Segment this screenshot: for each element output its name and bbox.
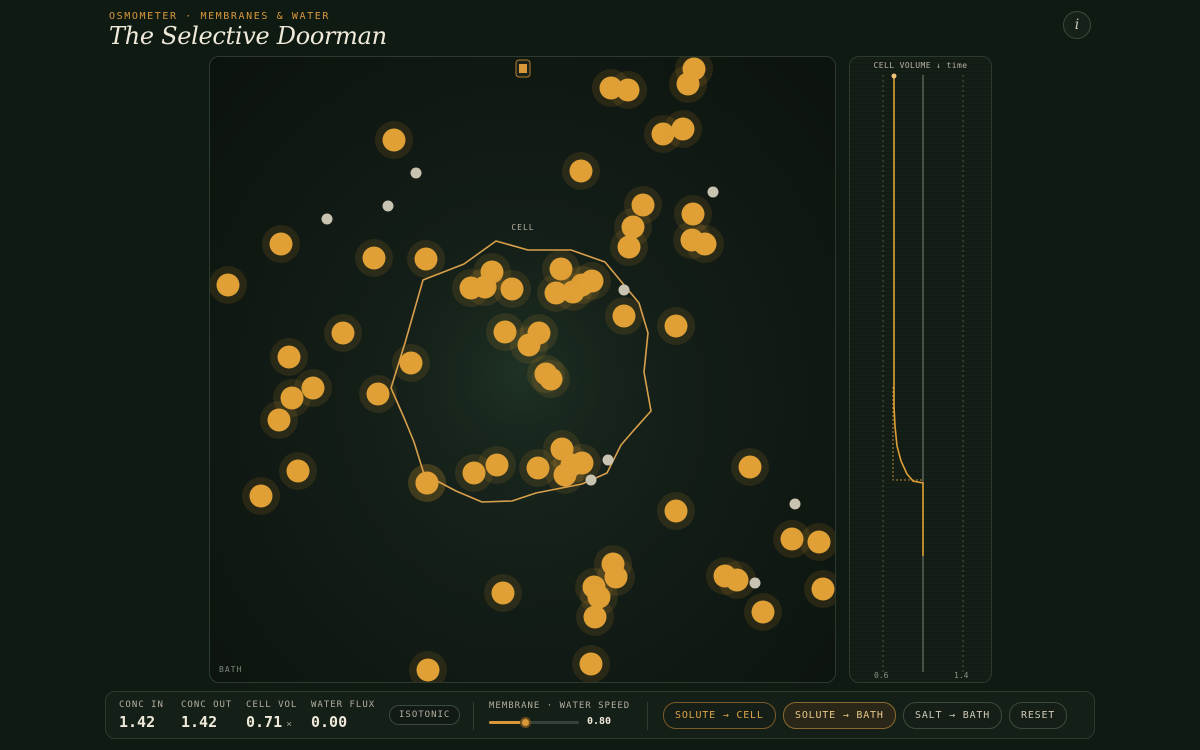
solute-particle <box>676 72 700 96</box>
solute-particle <box>811 577 835 601</box>
solute-particle <box>583 605 607 629</box>
x-tick-label: 1.4 <box>954 671 969 680</box>
solute-particle <box>331 321 355 345</box>
solute-particle <box>569 159 593 183</box>
solute-particle <box>807 530 831 554</box>
readout-conc-out: CONC OUT 1.42 <box>181 700 232 731</box>
solute-particle <box>671 117 695 141</box>
readout-value: 0.00 <box>311 713 348 731</box>
tonicity-badge: ISOTONIC <box>389 705 461 725</box>
app-kicker: OSMOMETER · MEMBRANES & WATER <box>109 11 330 22</box>
solute-particle <box>216 273 240 297</box>
solute-particle <box>366 382 390 406</box>
water-particle <box>410 167 422 179</box>
chart-series-line <box>893 76 924 556</box>
bath-label: BATH <box>219 665 243 674</box>
solute-particle <box>780 527 804 551</box>
solute-particle <box>664 314 688 338</box>
slider-label: MEMBRANE · WATER SPEED <box>489 701 631 711</box>
cell-label: CELL <box>511 223 534 232</box>
salt-to-bath-button[interactable]: SALT → BATH <box>903 702 1003 729</box>
solute-to-cell-button[interactable]: SOLUTE → CELL <box>663 702 776 729</box>
solute-particle <box>414 247 438 271</box>
solute-particle <box>693 232 717 256</box>
readout-label: WATER FLUX <box>311 700 376 710</box>
solute-particle <box>612 304 636 328</box>
chart-svg <box>882 73 964 672</box>
simulation-canvas[interactable]: CELL BATH <box>209 56 836 683</box>
water-particle <box>321 213 333 225</box>
readout-cell-vol: CELL VOL 0.71 × <box>246 700 297 731</box>
solute-particle <box>269 232 293 256</box>
solute-particle <box>539 367 563 391</box>
solute-particle <box>580 269 604 293</box>
solute-particle <box>382 128 406 152</box>
solute-particle <box>491 581 515 605</box>
info-icon: i <box>1074 17 1080 33</box>
water-particle <box>618 284 630 296</box>
simulation-svg: CELL <box>210 57 835 682</box>
solute-particle <box>604 565 628 589</box>
page-title: The Selective Doorman <box>109 22 387 50</box>
solute-particle <box>579 652 603 676</box>
solute-particle <box>249 484 273 508</box>
cell-volume-chart: CELL VOLUME ↓ time 0.6 1.4 <box>849 56 992 683</box>
solute-particle <box>738 455 762 479</box>
chart-title: CELL VOLUME ↓ time <box>873 61 968 70</box>
divider <box>647 702 648 730</box>
water-particle <box>602 454 614 466</box>
control-bar: CONC IN 1.42 CONC OUT 1.42 CELL VOL 0.71… <box>105 691 1095 739</box>
readout-label: CONC IN <box>119 700 164 710</box>
readout-label: CONC OUT <box>181 700 233 710</box>
solute-particle <box>277 345 301 369</box>
solute-particle <box>560 453 584 477</box>
solute-particle <box>416 658 440 682</box>
slider-value: 0.80 <box>587 716 612 727</box>
solute-particle <box>517 333 541 357</box>
solute-particle <box>725 568 749 592</box>
readout-value: 1.42 <box>119 713 156 731</box>
water-particle <box>789 498 801 510</box>
water-particle <box>749 577 761 589</box>
chart-current-point <box>891 73 897 79</box>
readout-conc-in: CONC IN 1.42 <box>119 700 164 731</box>
water-particle <box>707 186 719 198</box>
water-particle <box>585 474 597 486</box>
x-tick-label: 0.6 <box>874 671 889 680</box>
divider <box>473 702 474 730</box>
solute-particle <box>544 281 568 305</box>
chart-step-trace <box>892 387 922 481</box>
water-particle <box>382 200 394 212</box>
solute-particle <box>415 471 439 495</box>
readout-water-flux: WATER FLUX 0.00 <box>311 700 375 731</box>
readout-value: 1.42 <box>181 713 218 731</box>
info-button[interactable]: i <box>1063 11 1091 39</box>
solute-to-bath-button[interactable]: SOLUTE → BATH <box>783 702 896 729</box>
solute-particle <box>267 408 291 432</box>
solute-particle <box>362 246 386 270</box>
solute-particle <box>286 459 310 483</box>
solute-particle <box>399 351 423 375</box>
solute-particle <box>617 235 641 259</box>
readout-value: 0.71 × <box>246 713 293 731</box>
readout-label: CELL VOL <box>246 700 298 710</box>
solute-particle <box>616 78 640 102</box>
solute-particle <box>500 277 524 301</box>
water-speed-slider[interactable] <box>489 717 579 728</box>
readout-unit: × <box>286 719 293 730</box>
solute-particle <box>462 461 486 485</box>
slider-handle[interactable] <box>520 717 531 728</box>
solute-particle <box>473 275 497 299</box>
solute-particle <box>664 499 688 523</box>
solute-particle <box>751 600 775 624</box>
reset-button[interactable]: RESET <box>1009 702 1068 729</box>
membrane-pin[interactable] <box>515 59 531 78</box>
